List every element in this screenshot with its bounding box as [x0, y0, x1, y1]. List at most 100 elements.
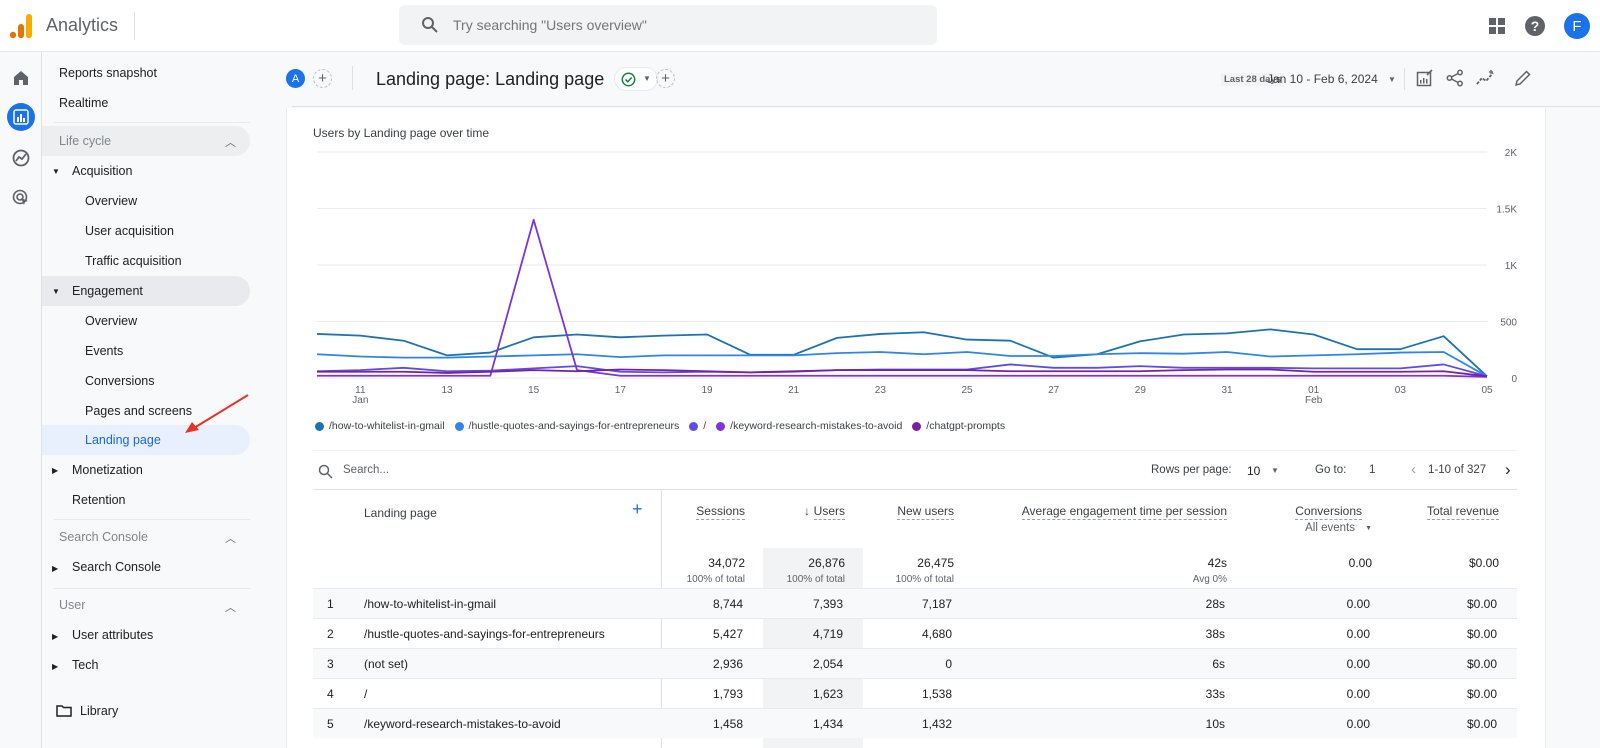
insights-icon[interactable]: [1476, 69, 1496, 87]
nav-retention[interactable]: Retention: [72, 485, 126, 515]
col-header-conversions[interactable]: Conversions: [1295, 504, 1362, 520]
add-filter-button[interactable]: +: [656, 69, 675, 88]
row-new-users: 1,538: [921, 687, 952, 701]
analytics-logo[interactable]: [8, 12, 34, 40]
goto-input[interactable]: 1: [1369, 464, 1375, 476]
row-conversions: 0.00: [1346, 597, 1370, 611]
nav-landing-page[interactable]: Landing page: [85, 425, 161, 455]
caret-right-icon[interactable]: ▶: [52, 632, 58, 641]
nav-engagement[interactable]: Engagement: [72, 276, 143, 306]
home-icon[interactable]: [7, 64, 35, 92]
nav-pages-and-screens[interactable]: Pages and screens: [85, 396, 192, 426]
caret-right-icon[interactable]: ▶: [52, 564, 58, 573]
x-tick-label: 19: [701, 385, 713, 396]
col-header-new-users[interactable]: New users: [897, 504, 954, 520]
nav-reports-snapshot[interactable]: Reports snapshot: [59, 58, 157, 88]
col-header-users[interactable]: Users: [813, 504, 845, 520]
divider: [54, 519, 250, 520]
row-landing-page[interactable]: /: [364, 687, 367, 701]
chevron-up-icon[interactable]: ︿: [225, 134, 236, 150]
table-row[interactable]: 5/keyword-research-mistakes-to-avoid 1,45…: [313, 708, 1517, 738]
share-icon[interactable]: [1446, 69, 1464, 87]
table-row[interactable]: 3 (not set) 2,936 2,054 0 6s 0.00 $0.00: [313, 648, 1517, 678]
nav-acquisition-overview[interactable]: Overview: [85, 186, 137, 216]
legend-item[interactable]: /hustle-quotes-and-sayings-for-entrepren…: [454, 420, 679, 432]
x-tick-month-label: Jan: [352, 395, 368, 406]
row-avg-time: 28s: [1205, 597, 1225, 611]
row-users: 1,434: [812, 717, 843, 731]
caret-right-icon[interactable]: ▶: [52, 466, 58, 475]
rows-per-page-select[interactable]: 10: [1247, 464, 1260, 478]
table-row[interactable]: 2/hustle-quotes-and-sayings-for-entrepre…: [313, 618, 1517, 648]
x-tick-label: 25: [961, 385, 973, 396]
legend-item[interactable]: /keyword-research-mistakes-to-avoid: [716, 420, 902, 432]
row-landing-page[interactable]: /how-to-whitelist-in-gmail: [364, 597, 496, 611]
edit-pencil-icon[interactable]: [1514, 69, 1532, 87]
col-header-avg-engagement-time[interactable]: Average engagement time per session: [1021, 504, 1227, 520]
prev-page-icon[interactable]: ‹: [1411, 461, 1416, 478]
legend-item[interactable]: /how-to-whitelist-in-gmail: [315, 420, 445, 432]
account-avatar[interactable]: F: [1564, 13, 1590, 39]
chevron-up-icon[interactable]: ︿: [225, 530, 236, 546]
caret-down-icon[interactable]: ▼: [1271, 466, 1279, 475]
left-rail: [0, 52, 42, 748]
legend-dot-icon: [689, 421, 699, 431]
divider: [54, 588, 250, 589]
caret-down-icon[interactable]: ▼: [52, 167, 60, 176]
table-toolbar: Search... Rows per page: 10 ▼ Go to: 1 ‹…: [313, 450, 1517, 490]
row-landing-page[interactable]: /keyword-research-mistakes-to-avoid: [364, 717, 561, 731]
nav-library[interactable]: Library: [80, 696, 118, 726]
add-dimension-button[interactable]: +: [632, 499, 643, 520]
table-row[interactable]: 4 / 1,793 1,623 1,538 33s 0.00 $0.00: [313, 678, 1517, 708]
col-header-landing-page[interactable]: Landing page: [364, 506, 437, 520]
nav-user-attributes[interactable]: User attributes: [72, 620, 153, 650]
x-tick-label: 15: [528, 385, 540, 396]
nav-engagement-overview[interactable]: Overview: [85, 306, 137, 336]
date-range[interactable]: Jan 10 - Feb 6, 2024: [1267, 72, 1378, 86]
global-search-input[interactable]: Try searching "Users overview": [399, 5, 937, 45]
report-navigation: Reports snapshot Realtime Life cycle ︿ ▼…: [42, 52, 292, 748]
apps-grid-icon[interactable]: [1485, 14, 1509, 38]
row-landing-page[interactable]: /hustle-quotes-and-sayings-for-entrepren…: [364, 627, 605, 641]
nav-monetization[interactable]: Monetization: [72, 455, 143, 485]
goto-label: Go to:: [1315, 464, 1347, 476]
reports-icon[interactable]: [7, 103, 35, 131]
col-header-sessions[interactable]: Sessions: [696, 504, 745, 520]
y-tick-label: 500: [1500, 318, 1517, 329]
comparison-badge[interactable]: A: [286, 69, 305, 88]
nav-realtime[interactable]: Realtime: [59, 88, 108, 118]
explore-icon[interactable]: [7, 144, 35, 172]
row-landing-page[interactable]: (not set): [364, 657, 408, 671]
nav-user-acquisition[interactable]: User acquisition: [85, 216, 174, 246]
date-caret-down-icon[interactable]: ▼: [1388, 75, 1396, 84]
table-search-input[interactable]: Search...: [343, 464, 389, 476]
nav-acquisition[interactable]: Acquisition: [72, 156, 132, 186]
nav-events[interactable]: Events: [85, 336, 123, 366]
row-revenue: $0.00: [1466, 597, 1497, 611]
legend-item[interactable]: /chatgpt-prompts: [912, 420, 1005, 432]
nav-search-console[interactable]: Search Console: [72, 552, 161, 582]
customize-report-icon[interactable]: [1416, 69, 1434, 87]
divider: [1404, 68, 1405, 90]
table-row[interactable]: 1/how-to-whitelist-in-gmail 8,744 7,393 7,1…: [313, 588, 1517, 618]
nav-tech[interactable]: Tech: [72, 650, 98, 680]
caret-down-icon[interactable]: ▼: [52, 287, 60, 296]
series-line-1[interactable]: [316, 351, 1488, 378]
caret-right-icon[interactable]: ▶: [52, 662, 58, 671]
conversions-event-filter[interactable]: All events: [1305, 522, 1355, 534]
add-comparison-button[interactable]: +: [313, 69, 332, 88]
report-status-dropdown[interactable]: ▼: [614, 67, 658, 91]
advertising-icon[interactable]: [7, 184, 35, 212]
line-chart[interactable]: 05001K1.5K2K11Jan13 15 17 19 21 23 25 27 29 31 01F…: [287, 148, 1547, 418]
caret-down-icon[interactable]: ▼: [1365, 525, 1372, 532]
col-header-total-revenue[interactable]: Total revenue: [1426, 504, 1499, 520]
help-icon[interactable]: ?: [1523, 14, 1547, 38]
total-avg-time: 42s: [1207, 556, 1227, 570]
legend-item[interactable]: /: [689, 420, 706, 432]
nav-conversions[interactable]: Conversions: [85, 366, 154, 396]
row-new-users: 4,680: [921, 627, 952, 641]
chevron-up-icon[interactable]: ︿: [225, 599, 236, 615]
next-page-icon[interactable]: ›: [1505, 460, 1511, 480]
nav-traffic-acquisition[interactable]: Traffic acquisition: [85, 246, 182, 276]
row-users: 7,393: [812, 597, 843, 611]
